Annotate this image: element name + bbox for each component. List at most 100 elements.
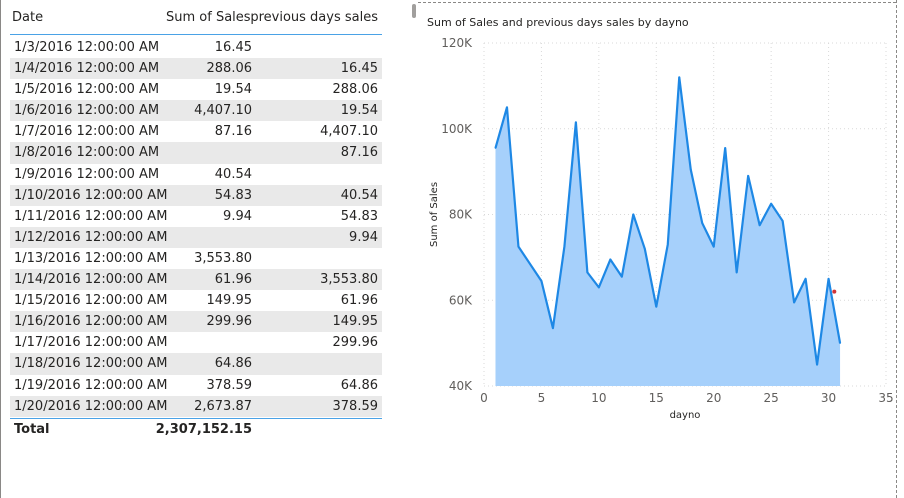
data-point [689,168,692,171]
cell-sum-of-sales: 2,673.87 [194,398,252,414]
cell-previous-days-sales: 87.16 [340,145,378,161]
data-point [758,224,761,227]
cell-previous-days-sales: 288.06 [332,82,379,98]
cell-date: 1/5/2016 12:00:00 AM [14,82,160,98]
cell-sum-of-sales: 40.54 [214,166,252,182]
data-point [701,222,704,224]
table-header: Date Sum of Sales previous days sales [10,6,382,35]
column-header-date[interactable]: Date [12,10,43,25]
data-point [506,106,508,109]
data-point [586,271,589,274]
cell-previous-days-sales: 149.95 [332,314,379,330]
data-point [724,147,726,149]
x-tick-label: 30 [821,391,836,405]
resize-handle[interactable] [412,4,416,18]
x-tick-label: 0 [480,391,488,405]
cell-previous-days-sales: 19.54 [340,103,378,119]
total-row: Total 2,307,152.15 [10,417,382,441]
cell-previous-days-sales: 4,407.10 [320,124,378,140]
table-row[interactable]: 1/5/2016 12:00:00 AM 19.54 288.06 [10,79,382,100]
cell-date: 1/12/2016 12:00:00 AM [14,229,168,245]
data-point [552,327,554,329]
data-point [793,301,795,304]
cell-previous-days-sales: 378.59 [332,398,379,414]
cell-date: 1/9/2016 12:00:00 AM [14,166,160,182]
cell-date: 1/7/2016 12:00:00 AM [14,124,160,140]
table-row[interactable]: 1/9/2016 12:00:00 AM 40.54 [10,164,382,185]
y-tick-label: 40K [449,379,473,393]
table-row[interactable]: 1/10/2016 12:00:00 AM 54.83 40.54 [10,184,382,206]
cell-sum-of-sales: 16.45 [214,40,252,55]
data-point [540,280,543,282]
data-point [598,286,600,289]
data-point [575,121,577,124]
y-tick-label: 60K [449,293,473,307]
visual-border-right [896,0,897,498]
table-row[interactable]: 1/17/2016 12:00:00 AM 299.96 [10,332,382,353]
cell-sum-of-sales: 299.96 [206,314,253,330]
cell-date: 1/3/2016 12:00:00 AM [14,40,160,55]
y-tick-label: 120K [441,36,473,50]
table-row[interactable]: 1/7/2016 12:00:00 AM 87.16 4,407.10 [10,121,382,142]
data-point [666,243,669,246]
data-point [644,248,646,250]
cell-sum-of-sales: 64.86 [214,356,252,372]
visual-border-top [418,2,896,3]
table-row[interactable]: 1/16/2016 12:00:00 AM 299.96 149.95 [10,311,382,333]
table-row[interactable]: 1/12/2016 12:00:00 AM 9.94 [10,226,382,248]
table-row[interactable]: 1/11/2016 12:00:00 AM 9.94 54.83 [10,206,382,227]
data-point [747,175,749,177]
data-point [609,258,612,261]
cell-sum-of-sales: 19.54 [214,82,252,98]
y-axis-title: Sum of Sales [429,182,440,247]
data-point [621,275,623,278]
chart-canvas: 40K 60K 80K 100K 120K 0 5 10 15 20 25 30 35 dayno Sum … [429,36,894,421]
table-row[interactable]: 1/14/2016 12:00:00 AM 61.96 3,553.80 [10,269,382,291]
cell-date: 1/8/2016 12:00:00 AM [14,145,160,161]
table-row[interactable]: 1/15/2016 12:00:00 AM 149.95 61.96 [10,290,382,311]
cell-previous-days-sales: 16.45 [340,61,378,77]
table-row[interactable]: 1/6/2016 12:00:00 AM 4,407.10 19.54 [10,100,382,122]
table-visual[interactable]: Date Sum of Sales previous days sales 1/… [10,6,382,441]
cell-sum-of-sales: 288.06 [206,61,253,77]
table-row[interactable]: 1/3/2016 12:00:00 AM 16.45 [10,37,382,58]
total-sales-value: 2,307,152.15 [155,421,252,437]
data-point [839,342,841,344]
data-point [781,220,784,222]
area-chart-visual[interactable]: 40K 60K 80K 100K 120K 0 5 10 15 20 25 30 35 dayno Sum … [420,6,894,436]
x-tick-label: 20 [706,391,721,405]
cell-previous-days-sales: 299.96 [332,335,379,351]
cell-sum-of-sales: 9.94 [223,208,252,224]
cell-sum-of-sales: 54.83 [214,187,252,203]
column-header-previous-days-sales[interactable]: previous days sales [250,10,378,25]
cell-previous-days-sales: 64.86 [340,377,378,393]
column-header-sum-of-sales[interactable]: Sum of Sales [166,10,251,25]
data-point [735,271,738,274]
table-row[interactable]: 1/13/2016 12:00:00 AM 3,553.80 [10,248,382,269]
cell-date: 1/11/2016 12:00:00 AM [14,208,168,224]
cell-date: 1/14/2016 12:00:00 AM [14,272,168,288]
x-tick-label: 10 [591,391,606,405]
cell-sum-of-sales: 61.96 [214,272,252,288]
table-row[interactable]: 1/8/2016 12:00:00 AM 87.16 [10,142,382,164]
cell-date: 1/4/2016 12:00:00 AM [14,61,160,77]
visual-border-left [0,0,1,498]
x-tick-label: 5 [538,391,546,405]
x-axis-title: dayno [670,410,701,421]
cell-date: 1/13/2016 12:00:00 AM [14,250,168,266]
data-point [494,147,497,149]
table-row[interactable]: 1/20/2016 12:00:00 AM 2,673.87 378.59 [10,395,382,417]
y-tick-label: 80K [449,208,473,222]
table-row[interactable]: 1/19/2016 12:00:00 AM 378.59 64.86 [10,375,382,396]
cell-date: 1/19/2016 12:00:00 AM [14,377,168,393]
cell-date: 1/10/2016 12:00:00 AM [14,187,168,203]
cell-sum-of-sales: 3,553.80 [194,250,252,266]
cell-sum-of-sales: 4,407.10 [194,103,252,119]
cell-date: 1/6/2016 12:00:00 AM [14,103,160,119]
data-point [804,278,807,280]
data-point [827,278,830,280]
cell-sum-of-sales: 149.95 [206,293,253,309]
table-row[interactable]: 1/18/2016 12:00:00 AM 64.86 [10,353,382,375]
data-point [517,245,520,248]
table-row[interactable]: 1/4/2016 12:00:00 AM 288.06 16.45 [10,58,382,80]
